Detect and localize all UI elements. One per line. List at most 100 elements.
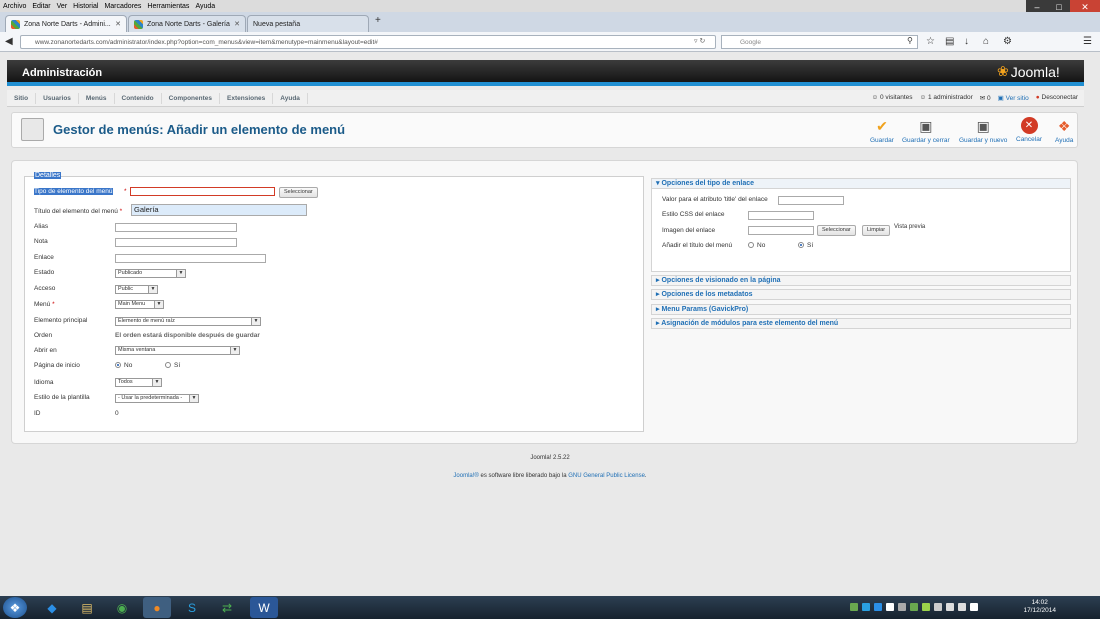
save-new-button[interactable]: ▣ Guardar y nuevo <box>959 117 1008 145</box>
tab-strip: Zona Norte Darts - Admini... ✕ Zona Nort… <box>0 12 1100 32</box>
radio-icon <box>165 362 171 369</box>
flag-icon[interactable] <box>970 603 978 611</box>
dropbox-icon[interactable]: ◆ <box>38 597 66 618</box>
open-select[interactable]: Misma ventana ▼ <box>115 346 240 355</box>
menu-usuarios[interactable]: Usuarios <box>36 92 79 104</box>
alias-input[interactable] <box>115 223 237 232</box>
help-button[interactable]: ❖ Ayuda <box>1055 117 1073 145</box>
chevron-down-icon: ▼ <box>154 301 163 308</box>
menu-archivo[interactable]: Archivo <box>3 3 26 10</box>
tray-icon[interactable] <box>922 603 930 611</box>
clock[interactable]: 14:02 17/12/2014 <box>1023 599 1056 615</box>
tray-icon[interactable] <box>874 603 882 611</box>
start-button[interactable]: ❖ <box>3 597 27 618</box>
cancel-button[interactable]: ✕ Cancelar <box>1016 117 1042 143</box>
save-button[interactable]: ✔ Guardar <box>870 117 894 145</box>
menu-menus[interactable]: Menús <box>79 92 115 104</box>
menu-ayuda[interactable]: Ayuda <box>273 92 308 104</box>
search-input[interactable]: Google <box>721 35 918 49</box>
logout-link[interactable]: ● Desconectar <box>1036 94 1078 102</box>
chevron-down-icon: ▼ <box>152 379 161 386</box>
note-label: Nota <box>34 238 48 245</box>
menu-params-header[interactable]: ▸ Menu Params (GavickPro) <box>651 304 1071 315</box>
browser-menu-icon[interactable]: ☰ <box>1083 36 1092 47</box>
menu-extensiones[interactable]: Extensiones <box>220 92 274 104</box>
back-icon[interactable]: ◀ <box>5 36 13 47</box>
title-attr-input[interactable] <box>778 196 844 205</box>
menu-sitio[interactable]: Sitio <box>7 92 37 104</box>
home-icon[interactable]: ⌂ <box>983 36 989 47</box>
module-assignment-header[interactable]: ▸ Asignación de módulos para este elemen… <box>651 318 1071 329</box>
new-tab-button[interactable]: + <box>375 15 381 26</box>
tray-icon[interactable] <box>862 603 870 611</box>
license-text: Joomla!® es software libre liberado bajo… <box>0 473 1100 479</box>
tab-close-icon[interactable]: ✕ <box>234 20 240 28</box>
volume-icon[interactable] <box>958 603 966 611</box>
transfer-icon[interactable]: ⇄ <box>213 597 241 618</box>
menu-marcadores[interactable]: Marcadores <box>104 3 141 10</box>
chevron-down-icon: ▼ <box>230 347 239 354</box>
access-select[interactable]: Public ▼ <box>115 285 158 294</box>
gpl-link[interactable]: GNU General Public License <box>568 473 645 479</box>
display-options-header[interactable]: ▸ Opciones de visionado en la página <box>651 275 1071 286</box>
explorer-icon[interactable]: ▤ <box>73 597 101 618</box>
image-clear-button[interactable]: Limpiar <box>862 225 891 236</box>
note-input[interactable] <box>115 238 237 247</box>
tray-icon[interactable] <box>910 603 918 611</box>
image-input[interactable] <box>748 226 814 235</box>
title-input[interactable]: Galería <box>131 204 307 216</box>
messages-status[interactable]: ✉ 0 <box>980 94 991 102</box>
state-select[interactable]: Publicado ▼ <box>115 269 186 278</box>
tray-icon[interactable] <box>886 603 894 611</box>
menu-componentes[interactable]: Componentes <box>162 92 220 104</box>
tools-icon[interactable]: ⚙ <box>1003 36 1012 47</box>
home-yes-radio[interactable]: Sí <box>165 362 180 369</box>
tab-galeria[interactable]: Zona Norte Darts - Galería ✕ <box>128 15 246 32</box>
menu-editar[interactable]: Editar <box>32 3 50 10</box>
network-icon[interactable] <box>946 603 954 611</box>
type-input[interactable] <box>130 187 275 196</box>
type-select-button[interactable]: Seleccionar <box>279 187 318 198</box>
css-input[interactable] <box>748 211 814 220</box>
joomla-link[interactable]: Joomla!® <box>453 473 478 479</box>
menu-contenido[interactable]: Contenido <box>115 92 162 104</box>
menu-ver[interactable]: Ver <box>57 3 68 10</box>
home-no-radio[interactable]: No <box>115 362 132 369</box>
tray-icon[interactable] <box>934 603 942 611</box>
save-new-label: Guardar y nuevo <box>959 137 1008 144</box>
save-close-button[interactable]: ▣ Guardar y cerrar <box>902 117 950 145</box>
bookmark-star-icon[interactable]: ☆ <box>926 36 935 47</box>
url-bar[interactable]: www.zonanortedarts.com/administrator/ind… <box>20 35 716 49</box>
menu-params-title: Menu Params (GavickPro) <box>661 306 749 313</box>
joomla-logo-icon: ❀ <box>997 63 1009 79</box>
tab-new[interactable]: Nueva pestaña <box>247 15 369 32</box>
link-type-options-header[interactable]: ▾ Opciones del tipo de enlace <box>651 178 1071 189</box>
menu-select[interactable]: Main Menu ▼ <box>115 300 164 309</box>
downloads-icon[interactable]: ↓ <box>964 36 969 47</box>
caret-down-icon: ▾ <box>656 180 660 187</box>
search-placeholder: Google <box>740 38 761 46</box>
add-title-no-radio[interactable]: No <box>748 242 765 249</box>
add-title-yes-radio[interactable]: Sí <box>798 242 813 249</box>
link-input[interactable] <box>115 254 266 263</box>
menu-historial[interactable]: Historial <box>73 3 98 10</box>
word-icon[interactable]: W <box>250 597 278 618</box>
lang-select[interactable]: Todos ▼ <box>115 378 162 387</box>
chrome-icon[interactable]: ◉ <box>108 597 136 618</box>
view-site-link[interactable]: ▣ Ver sitio <box>998 94 1029 102</box>
url-dropdown-icon[interactable]: ▿ ↻ <box>694 37 705 45</box>
metadata-options-header[interactable]: ▸ Opciones de los metadatos <box>651 289 1071 300</box>
menu-ayuda[interactable]: Ayuda <box>195 3 215 10</box>
skype-icon[interactable]: S <box>178 597 206 618</box>
tray-icon[interactable] <box>898 603 906 611</box>
firefox-icon[interactable]: ● <box>143 597 171 618</box>
template-select[interactable]: - Usar la predeterminada - ▼ <box>115 394 199 403</box>
menu-herramientas[interactable]: Herramientas <box>147 3 189 10</box>
search-icon[interactable]: ⚲ <box>907 36 913 45</box>
bookmarks-icon[interactable]: ▤ <box>945 36 954 47</box>
tray-icon[interactable] <box>850 603 858 611</box>
tab-close-icon[interactable]: ✕ <box>115 20 121 28</box>
image-select-button[interactable]: Seleccionar <box>817 225 856 236</box>
tab-admin[interactable]: Zona Norte Darts - Admini... ✕ <box>5 15 127 32</box>
parent-select[interactable]: Elemento de menú raíz ▼ <box>115 317 261 326</box>
